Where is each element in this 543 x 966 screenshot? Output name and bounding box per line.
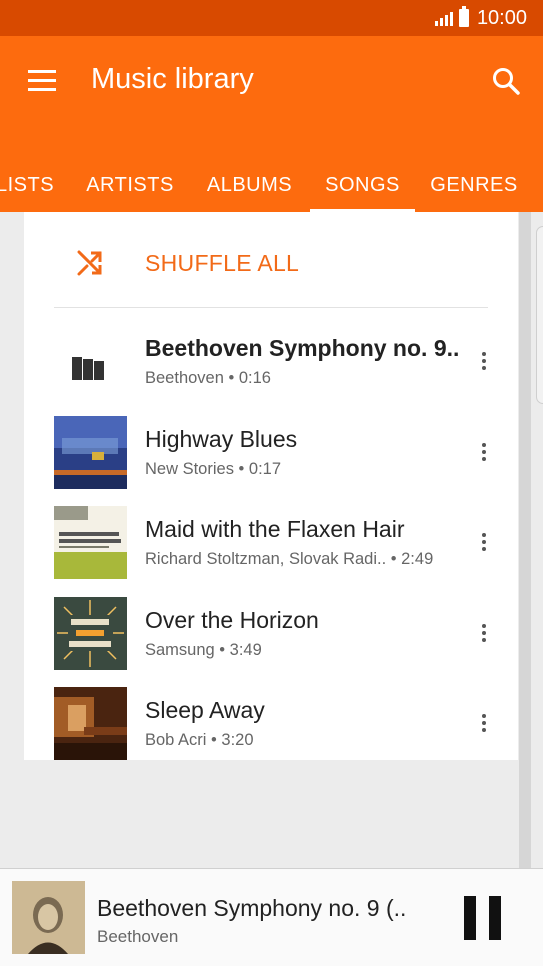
- album-art: [54, 597, 127, 670]
- tab-genres[interactable]: GENRES: [425, 158, 523, 212]
- mini-player[interactable]: Beethoven Symphony no. 9 (.. Beethoven: [0, 868, 543, 966]
- song-list: SHUFFLE ALL Beethoven Symphony no. 9.. B…: [24, 212, 518, 760]
- shuffle-all-label: SHUFFLE ALL: [145, 250, 300, 276]
- song-row[interactable]: Sleep Away Bob Acri • 3:20: [24, 678, 518, 768]
- more-vert-icon[interactable]: [472, 527, 496, 557]
- equalizer-icon: [54, 325, 127, 398]
- pause-icon[interactable]: [462, 896, 502, 940]
- song-title: Over the Horizon: [145, 607, 319, 633]
- more-vert-icon[interactable]: [472, 618, 496, 648]
- shuffle-all-button[interactable]: SHUFFLE ALL: [24, 212, 518, 308]
- song-subtitle: Richard Stoltzman, Slovak Radi.. • 2:49: [145, 550, 434, 568]
- tab-artists[interactable]: ARTISTS: [80, 158, 180, 212]
- now-playing-artist: Beethoven: [97, 927, 179, 946]
- song-title: Highway Blues: [145, 426, 298, 452]
- song-title: Maid with the Flaxen Hair: [145, 516, 405, 542]
- status-bar: 10:00: [0, 0, 543, 36]
- song-row[interactable]: Maid with the Flaxen Hair Richard Stoltz…: [24, 497, 518, 587]
- app-bar: Music library LISTS ARTISTS ALBUMS SONGS…: [0, 36, 543, 212]
- song-row[interactable]: Beethoven Symphony no. 9.. Beethoven • 0…: [24, 316, 518, 406]
- now-playing-title: Beethoven Symphony no. 9 (..: [97, 895, 407, 921]
- more-vert-icon[interactable]: [472, 346, 496, 376]
- signal-icon: [434, 10, 453, 26]
- song-subtitle: Beethoven • 0:16: [145, 369, 271, 387]
- more-vert-icon[interactable]: [472, 437, 496, 467]
- now-playing-album-art: [12, 881, 85, 954]
- song-subtitle: Samsung • 3:49: [145, 641, 262, 659]
- search-icon[interactable]: [491, 66, 521, 96]
- tab-albums[interactable]: ALBUMS: [198, 158, 301, 212]
- album-art: [54, 687, 127, 760]
- tab-bar: LISTS ARTISTS ALBUMS SONGS GENRES: [0, 158, 543, 212]
- tab-songs[interactable]: SONGS: [310, 158, 415, 212]
- song-title: Sleep Away: [145, 697, 265, 723]
- shuffle-icon: [77, 250, 102, 276]
- page-title: Music library: [91, 63, 254, 95]
- edge-panel-handle[interactable]: [536, 226, 543, 404]
- song-row[interactable]: Highway Blues New Stories • 0:17: [24, 407, 518, 497]
- song-subtitle: New Stories • 0:17: [145, 460, 282, 478]
- tab-lists[interactable]: LISTS: [0, 158, 60, 212]
- status-time: 10:00: [476, 6, 527, 29]
- more-vert-icon[interactable]: [472, 708, 496, 738]
- battery-icon: [458, 6, 469, 27]
- divider: [54, 307, 488, 308]
- album-art: [54, 416, 127, 489]
- song-subtitle: Bob Acri • 3:20: [145, 731, 254, 749]
- song-title: Beethoven Symphony no. 9..: [145, 335, 460, 361]
- album-art: [54, 506, 127, 579]
- menu-icon[interactable]: [28, 70, 56, 92]
- song-row[interactable]: Over the Horizon Samsung • 3:49: [24, 588, 518, 678]
- scrollbar[interactable]: [519, 212, 531, 868]
